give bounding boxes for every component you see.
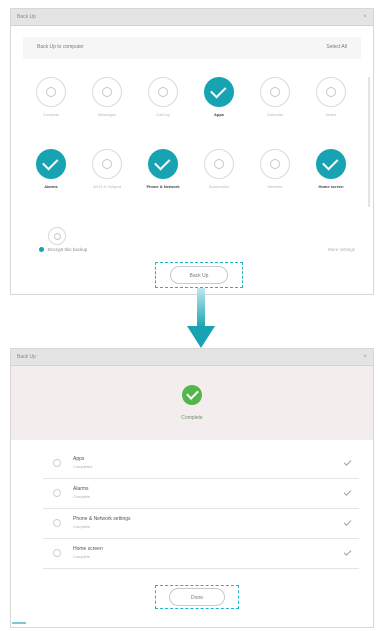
category-label: Weather xyxy=(267,184,283,189)
backup-subheader: Back Up to computer Select All xyxy=(23,37,361,59)
category-label: Calendar xyxy=(266,112,284,117)
wifi-icon xyxy=(92,149,122,179)
notes-icon xyxy=(316,77,346,107)
item-title: Alarms xyxy=(73,486,89,492)
category-label: Wi-Fi & Hotspot xyxy=(92,184,121,189)
category-alarms[interactable]: Alarms xyxy=(23,149,79,190)
apps-icon xyxy=(204,77,234,107)
item-status: Completed xyxy=(73,464,93,469)
category-label: Notes xyxy=(325,112,337,117)
category-contacts[interactable]: Contacts xyxy=(23,77,79,118)
item-icon xyxy=(53,549,61,557)
category-label: Contacts xyxy=(43,112,59,117)
down-arrow-icon xyxy=(187,326,215,348)
window-title: Back Up xyxy=(17,354,36,360)
checkmark-icon xyxy=(343,548,352,556)
item-title: Apps xyxy=(73,456,85,462)
item-status: Complete xyxy=(73,494,91,499)
item-icon xyxy=(53,489,61,497)
list-item: Apps Completed xyxy=(43,449,359,479)
calendar-icon xyxy=(260,77,290,107)
corner-mark xyxy=(12,622,26,624)
category-notes[interactable]: Notes xyxy=(303,77,359,118)
category-calendar[interactable]: Calendar xyxy=(247,77,303,118)
item-title: Phone & Network settings xyxy=(73,516,131,522)
category-call-log[interactable]: Call log xyxy=(135,77,191,118)
radio-selected-icon[interactable] xyxy=(39,247,44,252)
success-check-icon xyxy=(182,385,202,405)
checkmark-icon xyxy=(343,458,352,466)
window-title: Back Up xyxy=(17,14,36,20)
category-home-screen[interactable]: Home screen xyxy=(303,149,359,190)
item-title: Home screen xyxy=(73,546,103,552)
bookmarks-icon xyxy=(204,149,234,179)
item-icon xyxy=(53,519,61,527)
category-label: Apps xyxy=(214,112,224,117)
category-more[interactable] xyxy=(45,227,69,245)
scrollbar[interactable] xyxy=(368,77,370,207)
messages-icon xyxy=(92,77,122,107)
add-icon xyxy=(53,232,61,240)
category-bookmarks[interactable]: Bookmarks xyxy=(191,149,247,190)
alarms-icon xyxy=(36,149,66,179)
category-label: Phone & Network xyxy=(146,184,180,189)
category-phone-network[interactable]: Phone & Network xyxy=(135,149,191,190)
item-status: Complete xyxy=(73,524,91,529)
category-label: Home screen xyxy=(318,184,344,189)
category-label: Bookmarks xyxy=(208,184,229,189)
category-label: Call log xyxy=(156,112,170,117)
category-weather[interactable]: Weather xyxy=(247,149,303,190)
backup-selection-window: Back Up × Back Up to computer Select All… xyxy=(10,8,374,295)
home-screen-icon xyxy=(316,149,346,179)
item-status: Complete xyxy=(73,554,91,559)
select-all-link[interactable]: Select All xyxy=(326,44,347,50)
transition-arrow-shaft xyxy=(197,288,205,328)
contacts-icon xyxy=(36,77,66,107)
subheader-title: Back Up to computer xyxy=(37,44,84,50)
title-bar: Back Up × xyxy=(11,9,373,26)
item-icon xyxy=(53,459,61,467)
encrypt-option[interactable]: Encrypt this backup xyxy=(39,247,87,252)
title-bar: Back Up × xyxy=(11,349,373,366)
category-wi-fi-hotspot[interactable]: Wi-Fi & Hotspot xyxy=(79,149,135,190)
weather-icon xyxy=(260,149,290,179)
list-item: Alarms Complete xyxy=(43,479,359,509)
status-label: Complete xyxy=(181,415,203,421)
encrypt-option-label: Encrypt this backup xyxy=(48,247,88,252)
category-label: Alarms xyxy=(44,184,58,189)
call-log-icon xyxy=(148,77,178,107)
more-settings-link[interactable]: More settings xyxy=(328,247,355,252)
phone-icon xyxy=(148,149,178,179)
close-icon[interactable]: × xyxy=(360,12,370,22)
completed-items-list: Apps Completed Alarms Complete Phone & Netwo… xyxy=(43,449,359,569)
list-item: Phone & Network settings Complete xyxy=(43,509,359,539)
checkmark-icon xyxy=(343,518,352,526)
done-button[interactable]: Done xyxy=(169,588,225,606)
category-apps[interactable]: Apps xyxy=(191,77,247,118)
category-label: Messages xyxy=(97,112,117,117)
close-icon[interactable]: × xyxy=(360,352,370,362)
category-messages[interactable]: Messages xyxy=(79,77,135,118)
backup-complete-window: Back Up × Complete Apps Completed Alarms Co… xyxy=(10,348,374,628)
list-item: Home screen Complete xyxy=(43,539,359,569)
back-up-button[interactable]: Back Up xyxy=(170,266,228,284)
checkmark-icon xyxy=(343,488,352,496)
